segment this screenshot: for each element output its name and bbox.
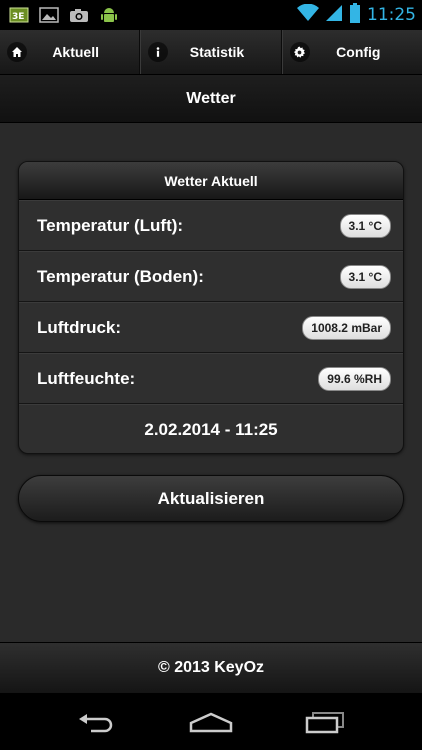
home-icon <box>7 42 27 62</box>
weather-card-title: Wetter Aktuell <box>164 172 258 189</box>
recent-apps-icon[interactable] <box>300 702 350 742</box>
refresh-button[interactable]: Aktualisieren <box>18 475 404 522</box>
gear-icon <box>289 42 310 62</box>
back-icon[interactable] <box>72 702 122 742</box>
top-nav-bar: Aktuell Statistik Config <box>0 30 422 75</box>
list-item: Luftdruck: 1008.2 mBar <box>19 302 403 353</box>
app-icon: 3E <box>8 6 30 24</box>
weather-card-header: Wetter Aktuell <box>19 162 403 200</box>
copyright-text: © 2013 KeyOz <box>157 659 265 676</box>
row-label: Temperatur (Boden): <box>37 266 204 286</box>
image-icon <box>38 6 60 24</box>
page-header: Wetter <box>0 75 422 123</box>
timestamp: 2.02.2014 - 11:25 <box>144 419 278 439</box>
row-label: Luftdruck: <box>37 317 122 337</box>
status-bar: 3E 11:25 <box>0 0 422 30</box>
value-badge: 3.1 °C <box>339 264 391 289</box>
home-icon[interactable] <box>186 702 236 742</box>
row-label: Luftfeuchte: <box>37 368 136 388</box>
battery-icon <box>349 2 361 28</box>
value-badge: 3.1 °C <box>339 213 391 238</box>
android-icon <box>98 6 120 24</box>
value-badge: 99.6 %RH <box>318 366 391 391</box>
weather-card: Wetter Aktuell Temperatur (Luft): 3.1 °C… <box>18 161 404 454</box>
list-item: Temperatur (Luft): 3.1 °C <box>19 200 403 251</box>
row-label: Temperatur (Luft): <box>37 215 184 235</box>
camera-icon <box>68 6 90 24</box>
list-item: Luftfeuchte: 99.6 %RH <box>19 353 403 404</box>
list-item: Temperatur (Boden): 3.1 °C <box>19 251 403 302</box>
notification-icons: 3E <box>0 6 120 24</box>
svg-text:3E: 3E <box>12 12 24 22</box>
nav-item-aktuell[interactable]: Aktuell <box>0 30 141 74</box>
nav-item-config[interactable]: Config <box>281 30 422 74</box>
status-clock: 11:25 <box>367 5 416 25</box>
system-status: 11:25 <box>297 0 416 30</box>
signal-icon <box>325 4 343 27</box>
wifi-icon <box>297 3 319 27</box>
footer: © 2013 KeyOz <box>0 642 422 693</box>
page-title: Wetter <box>186 89 236 107</box>
system-nav-bar <box>0 693 422 750</box>
nav-item-statistik[interactable]: Statistik <box>140 30 282 74</box>
timestamp-row: 2.02.2014 - 11:25 <box>19 404 403 453</box>
value-badge: 1008.2 mBar <box>302 315 391 340</box>
main-content: Wetter Aktuell Temperatur (Luft): 3.1 °C… <box>0 123 422 642</box>
refresh-button-label: Aktualisieren <box>157 488 265 508</box>
